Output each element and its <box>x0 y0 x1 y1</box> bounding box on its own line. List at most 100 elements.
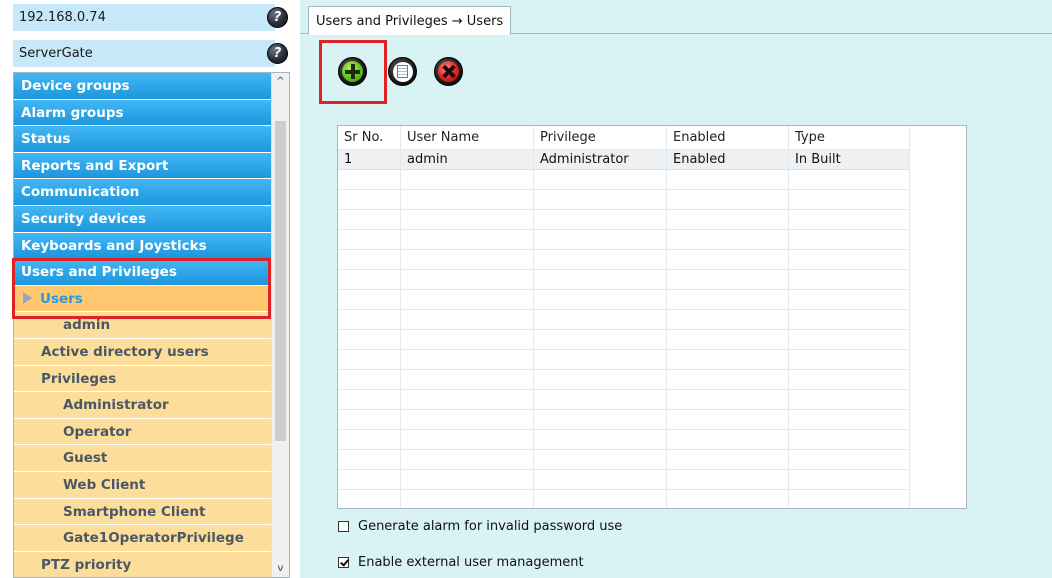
column-header[interactable]: User Name <box>401 126 534 150</box>
column-header[interactable]: Type <box>789 126 910 150</box>
external-user-management-option[interactable]: Enable external user management <box>338 555 584 570</box>
table-cell: In Built <box>789 150 910 170</box>
table-cell <box>338 390 401 410</box>
help-icon[interactable]: ? <box>267 7 288 28</box>
table-cell <box>534 430 667 450</box>
table-cell <box>667 230 789 250</box>
generate-alarm-checkbox[interactable] <box>338 521 349 532</box>
table-cell <box>789 350 910 370</box>
table-cell <box>338 290 401 310</box>
tree-item[interactable]: Communication <box>14 179 272 206</box>
tree-item-label: Security devices <box>21 210 147 227</box>
tree-item[interactable]: Status <box>14 126 272 153</box>
external-user-management-checkbox[interactable] <box>338 557 349 568</box>
column-header[interactable]: Enabled <box>667 126 789 150</box>
server-row-1[interactable]: 192.168.0.74 <box>13 4 275 31</box>
tree-item[interactable]: Alarm groups <box>14 99 272 127</box>
table-cell <box>789 230 910 250</box>
table-cell <box>667 490 789 508</box>
scroll-thumb[interactable] <box>275 121 286 441</box>
table-cell <box>338 470 401 490</box>
tree-item-label: Communication <box>21 184 140 201</box>
table-row <box>338 470 910 490</box>
table-cell <box>338 450 401 470</box>
table-cell <box>338 170 401 190</box>
table-row <box>338 170 910 190</box>
tree-item[interactable]: Keyboards and Joysticks <box>14 232 272 260</box>
tree-item[interactable]: Guest <box>14 445 272 472</box>
table-cell <box>338 330 401 350</box>
table-cell <box>789 190 910 210</box>
table-cell <box>667 410 789 430</box>
tree-item[interactable]: Users <box>14 285 272 313</box>
tree-item[interactable]: admin <box>14 312 272 339</box>
table-cell <box>338 270 401 290</box>
table-cell <box>667 450 789 470</box>
table-cell <box>667 330 789 350</box>
table-cell <box>789 310 910 330</box>
tree-item[interactable]: Security devices <box>14 205 272 233</box>
tree-item-label: Users and Privileges <box>21 264 177 281</box>
table-row <box>338 270 910 290</box>
tree-item[interactable]: Operator <box>14 418 272 446</box>
table-row <box>338 450 910 470</box>
table-row <box>338 370 910 390</box>
table-row[interactable]: 1 admin Administrator Enabled In Built <box>338 150 910 170</box>
table-row <box>338 330 910 350</box>
tab-label: Users and Privileges → Users <box>316 13 504 29</box>
tree-item-label: Alarm groups <box>21 104 124 121</box>
server-row-2[interactable]: ServerGate <box>13 40 275 67</box>
tree-item[interactable]: Active directory users <box>14 338 272 366</box>
navigation-tree: Device groups Alarm groups Status Reports a… <box>13 72 290 578</box>
scroll-down-icon[interactable]: v <box>272 560 289 577</box>
table-header-row: Sr No. User Name Privilege Enabled Type <box>338 126 910 150</box>
generate-alarm-option[interactable]: Generate alarm for invalid password use <box>338 519 622 534</box>
table-cell <box>401 450 534 470</box>
table-cell <box>534 370 667 390</box>
table-cell <box>338 230 401 250</box>
tree-item[interactable]: Web Client <box>14 471 272 499</box>
table-cell <box>338 250 401 270</box>
table-cell <box>401 370 534 390</box>
table-cell: admin <box>401 150 534 170</box>
table-cell <box>667 310 789 330</box>
tree-item-label: Active directory users <box>41 343 209 360</box>
table-row <box>338 310 910 330</box>
content-panel: Users and Privileges → Users Sr No. User … <box>300 0 1052 578</box>
table-cell <box>401 210 534 230</box>
table-cell <box>338 190 401 210</box>
table-cell <box>338 410 401 430</box>
tree-item[interactable]: Privileges <box>14 365 272 393</box>
add-user-button[interactable] <box>338 57 367 86</box>
tree-scrollbar[interactable]: ^ v <box>271 73 289 577</box>
column-header[interactable]: Privilege <box>534 126 667 150</box>
edit-user-button[interactable] <box>388 57 417 86</box>
table-cell <box>401 290 534 310</box>
table-row <box>338 230 910 250</box>
tree-item-label: Device groups <box>21 78 130 94</box>
tree-item[interactable]: PTZ priority <box>14 551 272 577</box>
tree-item[interactable]: Administrator <box>14 392 272 419</box>
help-icon[interactable]: ? <box>267 43 288 64</box>
column-header[interactable]: Sr No. <box>338 126 401 150</box>
tree-item[interactable]: Reports and Export <box>14 152 272 180</box>
scroll-up-icon[interactable]: ^ <box>272 73 289 90</box>
table-cell <box>401 170 534 190</box>
tab-users[interactable]: Users and Privileges → Users <box>308 6 512 35</box>
table-cell <box>401 350 534 370</box>
tree-item[interactable]: Gate1OperatorPrivilege <box>14 525 272 552</box>
table-row <box>338 190 910 210</box>
table-cell <box>534 350 667 370</box>
tree-item[interactable]: Smartphone Client <box>14 498 272 526</box>
tree-item[interactable]: Device groups <box>14 73 272 100</box>
table-cell <box>534 170 667 190</box>
table-cell <box>789 250 910 270</box>
table-cell <box>667 390 789 410</box>
tree-item[interactable]: Users and Privileges <box>14 259 272 286</box>
table-cell <box>401 390 534 410</box>
server-label: ServerGate <box>19 46 93 61</box>
tree-item-label: Guest <box>63 450 108 467</box>
left-panel: 192.168.0.74 ? ServerGate ? Device group… <box>0 0 298 578</box>
delete-user-button[interactable] <box>434 57 463 86</box>
table-cell <box>401 470 534 490</box>
